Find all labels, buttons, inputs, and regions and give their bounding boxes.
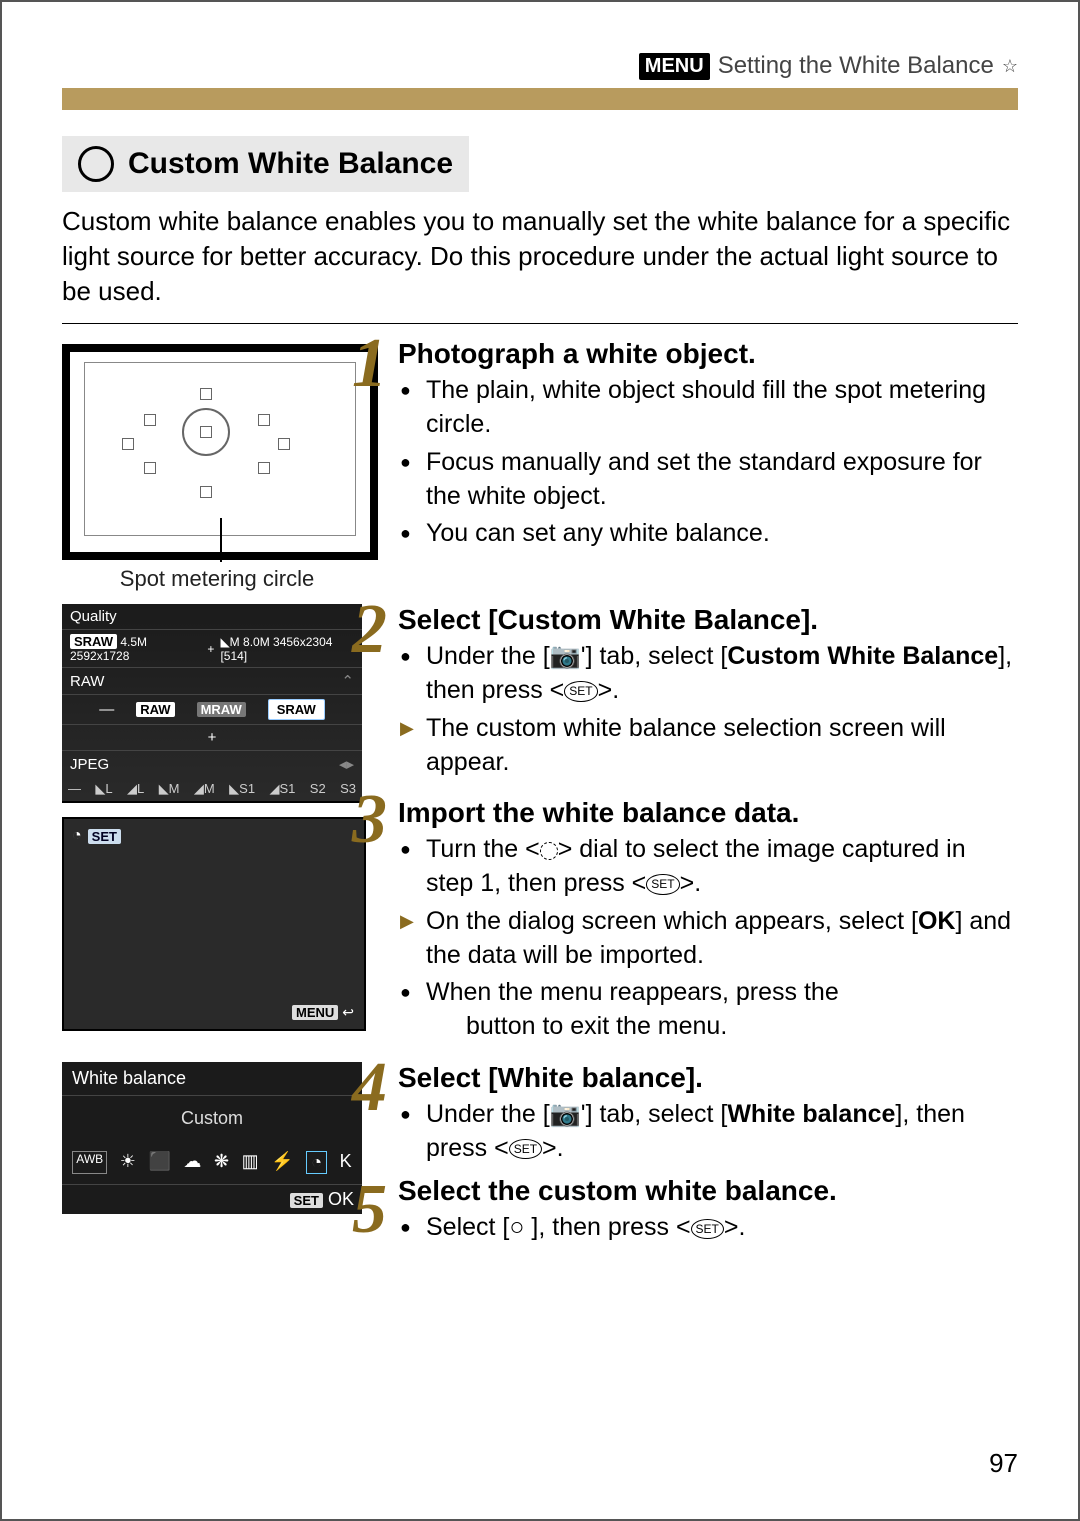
star-icon: ☆ [1002,56,1018,77]
step-5-title: Select the custom white balance. [398,1175,1018,1207]
step-4-5: White balance Custom AWB ☀ ⬛ ☁ ❋ ▥ ⚡ ◔ K… [62,1062,1018,1251]
section-heading-text: Custom White Balance [128,147,453,181]
wb-icon-row: AWB ☀ ⬛ ☁ ❋ ▥ ⚡ ◔ K [62,1141,362,1184]
quality-title: Quality [62,604,362,629]
jpeg-options: — ◣L ◢L ◣M ◢M ◣S1 ◢S1 S2 S3 [62,777,362,801]
custom-wb-icon [78,146,114,182]
step-number-5: 5 [352,1170,387,1250]
wb-screen-value: Custom [62,1096,362,1141]
bullet: Select [○ ], then press <SET>. [426,1211,1018,1245]
gold-bar [62,88,1018,110]
step-5-bullets: Select [○ ], then press <SET>. [398,1211,1018,1245]
step-number-2: 2 [352,590,387,670]
raw-label: RAW [70,673,104,690]
white-balance-screen: White balance Custom AWB ☀ ⬛ ☁ ❋ ▥ ⚡ ◔ K… [62,1062,362,1214]
bullet: Under the [📷ʹ] tab, select [White balanc… [426,1098,1018,1166]
jpeg-label: JPEG [70,756,109,773]
page-header: MENU Setting the White Balance ☆ [62,52,1018,80]
bullet: On the dialog screen which appears, sele… [426,905,1018,973]
menu-badge: MENU [639,53,710,80]
section-heading: Custom White Balance [62,136,469,192]
bullet: Turn the <> dial to select the image cap… [426,833,1018,901]
quality-screen: Quality SRAW 4.5M 2592x1728 + ◣M 8.0M 34… [62,604,362,803]
step-number-4: 4 [352,1048,387,1128]
step-3-title: Import the white balance data. [398,797,1018,829]
bullet: The plain, white object should fill the … [426,374,1018,442]
step-2-bullets: Under the [📷ʹ] tab, select [Custom White… [398,640,1018,779]
step-number-1: 1 [352,324,387,404]
set-chip: SET [88,829,121,844]
page: MENU Setting the White Balance ☆ Custom … [0,0,1080,1521]
bullet: Focus manually and set the standard expo… [426,446,1018,514]
quality-summary: SRAW 4.5M 2592x1728 + ◣M 8.0M 3456x2304 … [62,629,362,667]
header-title: Setting the White Balance [718,52,994,80]
bullet: You can set any white balance. [426,517,1018,551]
wb-select-icon: ◔ [72,827,82,845]
bullet: When the menu reappears, press the butto… [426,976,1018,1044]
viewfinder-figure [62,344,378,560]
intro-paragraph: Custom white balance enables you to manu… [62,204,1018,309]
page-number: 97 [989,1448,1018,1479]
step-4-bullets: Under the [📷ʹ] tab, select [White balanc… [398,1098,1018,1166]
bullet: The custom white balance selection scree… [426,712,1018,780]
wb-select-screen: ◔ SET MENU ↩ [62,817,366,1031]
step-4-title: Select [White balance]. [398,1062,1018,1094]
step-2-3: Quality SRAW 4.5M 2592x1728 + ◣M 8.0M 34… [62,604,1018,1050]
bullet: Under the [📷ʹ] tab, select [Custom White… [426,640,1018,708]
wb-screen-title: White balance [62,1062,362,1096]
separator [62,323,1018,324]
step-2-title: Select [Custom White Balance]. [398,604,1018,636]
step-number-3: 3 [352,780,387,860]
step-1: Spot metering circle 1 Photograph a whit… [62,338,1018,592]
viewfinder-caption: Spot metering circle [62,566,372,592]
step-1-bullets: The plain, white object should fill the … [398,374,1018,551]
step-1-title: Photograph a white object. [398,338,1018,370]
step-3-bullets: Turn the <> dial to select the image cap… [398,833,1018,1044]
